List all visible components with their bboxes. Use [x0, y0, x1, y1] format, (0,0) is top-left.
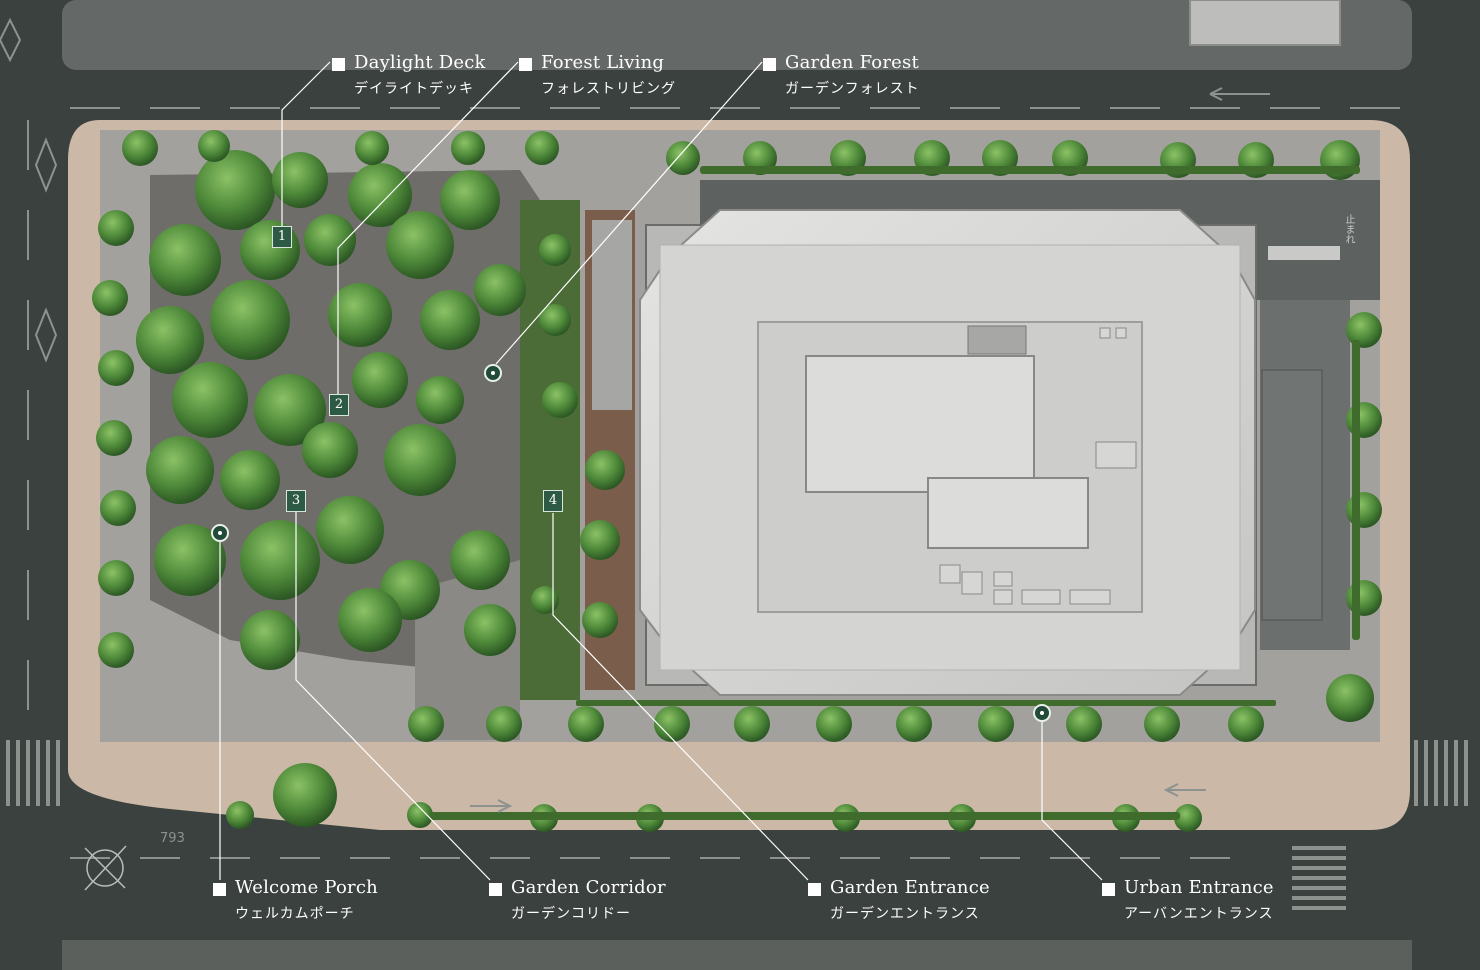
roof-penthouse [927, 477, 1089, 549]
callout-name-jp: ウェルカムポーチ [235, 906, 355, 922]
callout-name-en: Daylight Deck [354, 52, 486, 73]
callout-name-jp: アーバンエントランス [1124, 906, 1274, 922]
legend-square-icon [1102, 883, 1115, 896]
badge-1: 1 [272, 226, 292, 248]
callout-name-en: Forest Living [541, 52, 665, 73]
site-plan-map: Daylight Deck デイライトデッキ Forest Living フォレ… [0, 0, 1480, 970]
callout-name-jp: フォレストリビング [541, 81, 676, 97]
callout-name-jp: ガーデンフォレスト [785, 81, 920, 97]
callout-name-jp: ガーデンコリドー [511, 906, 631, 922]
parking-grid [1261, 369, 1323, 621]
legend-square-icon [489, 883, 502, 896]
callout-name-en: Garden Corridor [511, 877, 666, 898]
callout-name-jp: デイライトデッキ [354, 81, 474, 97]
badge-3: 3 [286, 490, 306, 512]
road-text-lane: 793 [160, 832, 185, 845]
road-text-stop: 止まれ [1343, 214, 1354, 244]
stop-line [1268, 246, 1340, 260]
legend-square-icon [519, 58, 532, 71]
legend-square-icon [763, 58, 776, 71]
legend-square-icon [808, 883, 821, 896]
location-pin-icon [484, 364, 502, 382]
badge-4: 4 [543, 490, 563, 512]
south-block [62, 940, 1412, 970]
callout-name-jp: ガーデンエントランス [830, 906, 980, 922]
callout-name-en: Welcome Porch [235, 877, 378, 898]
badge-2: 2 [329, 394, 349, 416]
legend-square-icon [213, 883, 226, 896]
callout-name-en: Garden Forest [785, 52, 919, 73]
road-digit: 3 [176, 831, 185, 846]
corridor-planting [520, 200, 580, 700]
location-pin-icon [1033, 704, 1051, 722]
location-pin-icon [211, 524, 229, 542]
road-digit: 9 [168, 831, 177, 846]
callout-name-en: Urban Entrance [1124, 877, 1274, 898]
map-drawing [0, 0, 1480, 970]
north-building [1189, 0, 1341, 46]
callout-name-en: Garden Entrance [830, 877, 990, 898]
legend-square-icon [332, 58, 345, 71]
roof-top-block [805, 355, 1035, 493]
